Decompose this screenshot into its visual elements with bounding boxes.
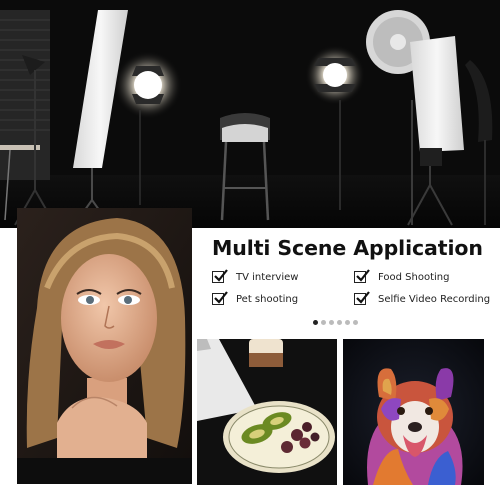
feature-food-shooting: Food Shooting [354,269,450,283]
carousel-dots [313,320,358,325]
headline: Multi Scene Application [212,236,483,260]
feature-label: Pet shooting [236,293,299,305]
feature-label: Selfie Video Recording [378,293,491,305]
portrait-photo [17,208,192,484]
checkbox-icon [354,291,370,305]
carousel-dot[interactable] [321,320,326,325]
carousel-dot[interactable] [345,320,350,325]
dog-photo [343,339,484,485]
checkbox-icon [354,269,370,283]
carousel-dot[interactable] [329,320,334,325]
carousel-dot[interactable] [353,320,358,325]
checkbox-icon [212,269,228,283]
carousel-dot[interactable] [337,320,342,325]
feature-panel: Multi Scene Application TV interview Foo… [192,228,500,338]
checkbox-icon [212,291,228,305]
feature-tv-interview: TV interview [212,269,299,283]
feature-label: TV interview [236,271,299,283]
feature-label: Food Shooting [378,271,450,283]
feature-pet-shooting: Pet shooting [212,291,299,305]
studio-photo [0,0,500,228]
carousel-dot[interactable] [313,320,318,325]
feature-selfie-video: Selfie Video Recording [354,291,491,305]
food-photo [197,339,337,485]
